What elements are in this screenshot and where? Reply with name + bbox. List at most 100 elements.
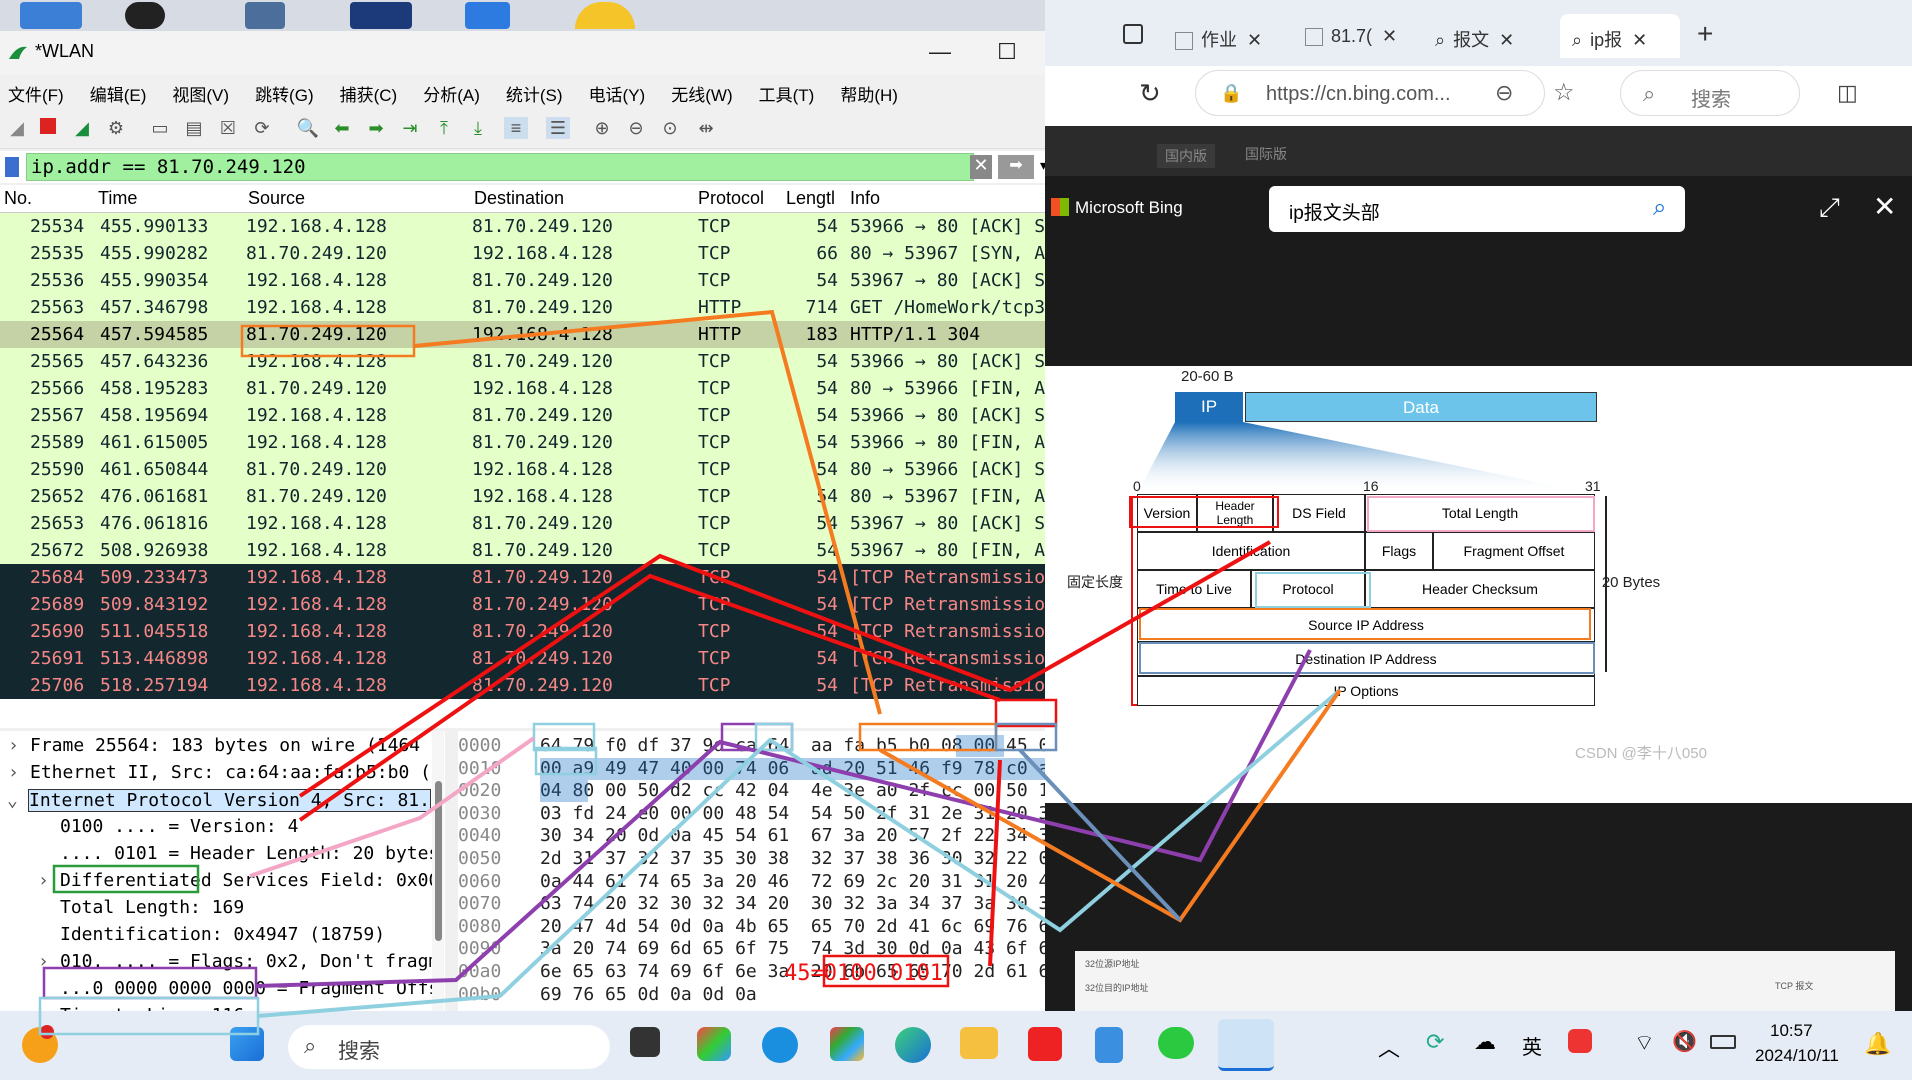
menu-wireless[interactable]: 无线(W) — [663, 75, 732, 107]
volume-muted-icon[interactable]: 🔇 — [1672, 1029, 1697, 1054]
menu-edit[interactable]: 编辑(E) — [82, 75, 147, 107]
clock-time[interactable]: 10:57 — [1770, 1021, 1813, 1041]
clear-filter-icon[interactable]: ✕ — [970, 155, 992, 179]
expand-icon[interactable]: ⤢ — [1819, 192, 1840, 224]
tab-close-icon[interactable]: ✕ — [1499, 30, 1514, 50]
menu-go[interactable]: 跳转(G) — [247, 75, 314, 107]
store-icon[interactable] — [830, 1027, 864, 1061]
wireshark-icon[interactable] — [1218, 1019, 1274, 1071]
stop-capture-icon[interactable] — [36, 117, 60, 139]
autoscroll-icon[interactable]: ≡ — [504, 117, 528, 139]
packet-row[interactable]: 25563 457.346798 192.168.4.128 81.70.249.12… — [0, 294, 1085, 321]
search-icon[interactable]: ⌕ — [1653, 194, 1666, 222]
bing-brand[interactable]: Microsoft Bing — [1075, 198, 1183, 218]
normal-size-icon[interactable]: ⊙ — [658, 117, 682, 139]
refresh-icon[interactable]: ↻ — [1139, 78, 1161, 109]
packet-row[interactable]: 25652 476.061681 81.70.249.120 192.168.4.12… — [0, 483, 1085, 510]
region-tab-intl[interactable]: 国际版 — [1245, 144, 1287, 164]
tab-ip-header-active[interactable]: ⌕ ip报 ✕ — [1560, 14, 1680, 58]
bing-search-input[interactable]: ip报文头部 — [1269, 186, 1685, 232]
tab-ip-address[interactable]: 81.7(✕ — [1305, 14, 1415, 58]
colorize-icon[interactable]: ☰ — [546, 117, 570, 139]
tab-homework[interactable]: 作业 ✕ — [1175, 14, 1285, 58]
go-to-packet-icon[interactable]: ⇥ — [398, 117, 422, 139]
detail-line[interactable]: ⌄ Internet Protocol Version 4, Src: 81. — [7, 789, 431, 812]
packet-row[interactable]: 25566 458.195283 81.70.249.120 192.168.4.12… — [0, 375, 1085, 402]
apply-filter-icon[interactable]: ➡ — [998, 155, 1034, 179]
tab-close-icon[interactable]: ✕ — [1247, 30, 1262, 50]
tab-message[interactable]: ⌕ 报文 ✕ — [1435, 14, 1545, 58]
notepad-icon[interactable] — [1095, 1027, 1123, 1063]
favorite-star-icon[interactable]: ☆ — [1553, 78, 1575, 107]
detail-line[interactable]: Total Length: 169 — [60, 897, 244, 918]
wps-icon[interactable] — [1028, 1027, 1062, 1061]
packet-row[interactable]: 25691 513.446898 192.168.4.128 81.70.249.12… — [0, 645, 1085, 672]
expand-arrow-icon[interactable]: ⌄ — [7, 790, 18, 811]
expand-arrow-icon[interactable]: › — [38, 951, 49, 972]
cloud-icon[interactable]: ☁ — [1474, 1029, 1496, 1055]
menu-capture[interactable]: 捕获(C) — [332, 75, 398, 107]
taskbar-search[interactable]: ⌕ 搜索 — [288, 1025, 610, 1069]
open-file-icon[interactable]: ▭ — [148, 117, 172, 139]
packet-row[interactable]: 25590 461.650844 81.70.249.120 192.168.4.12… — [0, 456, 1085, 483]
menu-view[interactable]: 视图(V) — [164, 75, 229, 107]
detail-line[interactable]: › Frame 25564: 183 bytes on wire (1464 — [8, 735, 420, 756]
detail-line[interactable]: 0100 .... = Version: 4 — [60, 816, 298, 837]
menu-statistics[interactable]: 统计(S) — [498, 75, 563, 107]
new-tab-icon[interactable]: + — [1697, 18, 1713, 50]
antivirus-icon[interactable] — [1568, 1029, 1592, 1053]
menu-telephony[interactable]: 电话(Y) — [581, 75, 646, 107]
restart-capture-icon[interactable]: ◢ — [70, 117, 94, 139]
capture-options-icon[interactable]: ⚙ — [104, 117, 128, 139]
last-packet-icon[interactable]: ⤓ — [466, 117, 490, 139]
detail-line[interactable]: › Ethernet II, Src: ca:64:aa:fa:b5:b0 ( — [8, 762, 431, 783]
expand-arrow-icon[interactable]: › — [8, 735, 19, 756]
browser-search-field[interactable]: ⌕ 搜索 — [1620, 70, 1800, 116]
resize-columns-icon[interactable]: ⇹ — [694, 117, 718, 139]
chevron-up-icon[interactable]: ︿ — [1378, 1031, 1400, 1063]
shark-fin-icon[interactable]: ◢ — [5, 117, 29, 139]
start-icon[interactable] — [230, 1027, 264, 1061]
packet-row[interactable]: 25567 458.195694 192.168.4.128 81.70.249.12… — [0, 402, 1085, 429]
expand-arrow-icon[interactable]: › — [8, 762, 19, 783]
col-destination[interactable]: Destination — [474, 188, 564, 209]
edge-icon[interactable] — [895, 1027, 931, 1063]
col-info[interactable]: Info — [850, 188, 880, 209]
bookmark-icon[interactable] — [5, 157, 19, 177]
packet-row[interactable]: 25534 455.990133 192.168.4.128 81.70.249.12… — [0, 213, 1085, 240]
edge-legacy-icon[interactable] — [762, 1027, 798, 1063]
packet-row[interactable]: 25535 455.990282 81.70.249.120 192.168.4.12… — [0, 240, 1085, 267]
detail-line[interactable]: › 010. .... = Flags: 0x2, Don't fragm — [38, 951, 439, 972]
task-view-icon[interactable] — [630, 1027, 660, 1057]
sync-icon[interactable]: ⟳ — [1426, 1029, 1444, 1055]
reload-icon[interactable]: ⟳ — [250, 117, 274, 139]
close-icon[interactable]: ✕ — [1873, 190, 1896, 223]
packet-row[interactable]: 25536 455.990354 192.168.4.128 81.70.249.12… — [0, 267, 1085, 294]
col-time[interactable]: Time — [98, 188, 137, 209]
ime-indicator[interactable]: 英 — [1522, 1031, 1542, 1060]
packet-row[interactable]: 25706 518.257194 192.168.4.128 81.70.249.12… — [0, 672, 1085, 699]
sidebar-toggle-icon[interactable] — [1123, 24, 1143, 44]
menu-file[interactable]: 文件(F) — [0, 75, 64, 107]
go-forward-icon[interactable]: ➡ — [364, 117, 388, 139]
first-packet-icon[interactable]: ⤒ — [432, 117, 456, 139]
col-length[interactable]: Lengtl — [786, 188, 835, 209]
menu-analyze[interactable]: 分析(A) — [415, 75, 480, 107]
notification-bell-icon[interactable]: 🔔 — [1864, 1031, 1891, 1057]
col-no[interactable]: No. — [4, 188, 32, 209]
find-packet-icon[interactable]: 🔍 — [296, 117, 320, 139]
minimize-icon[interactable]: — — [920, 39, 960, 65]
save-file-icon[interactable]: ▤ — [182, 117, 206, 139]
maximize-icon[interactable]: ☐ — [987, 39, 1027, 65]
file-explorer-icon[interactable] — [960, 1027, 998, 1059]
col-source[interactable]: Source — [248, 188, 305, 209]
packet-row[interactable]: 25684 509.233473 192.168.4.128 81.70.249.12… — [0, 564, 1085, 591]
clock-date[interactable]: 2024/10/11 — [1755, 1046, 1839, 1066]
packet-row[interactable]: 25689 509.843192 192.168.4.128 81.70.249.12… — [0, 591, 1085, 618]
details-scrollbar[interactable] — [432, 731, 444, 1031]
col-protocol[interactable]: Protocol — [698, 188, 764, 209]
detail-line[interactable]: ...0 0000 0000 0000 = Fragment Offs — [60, 978, 439, 999]
detail-line[interactable]: Identification: 0x4947 (18759) — [60, 924, 385, 945]
packet-row[interactable]: 25690 511.045518 192.168.4.128 81.70.249.12… — [0, 618, 1085, 645]
packet-row[interactable]: 25653 476.061816 192.168.4.128 81.70.249.12… — [0, 510, 1085, 537]
